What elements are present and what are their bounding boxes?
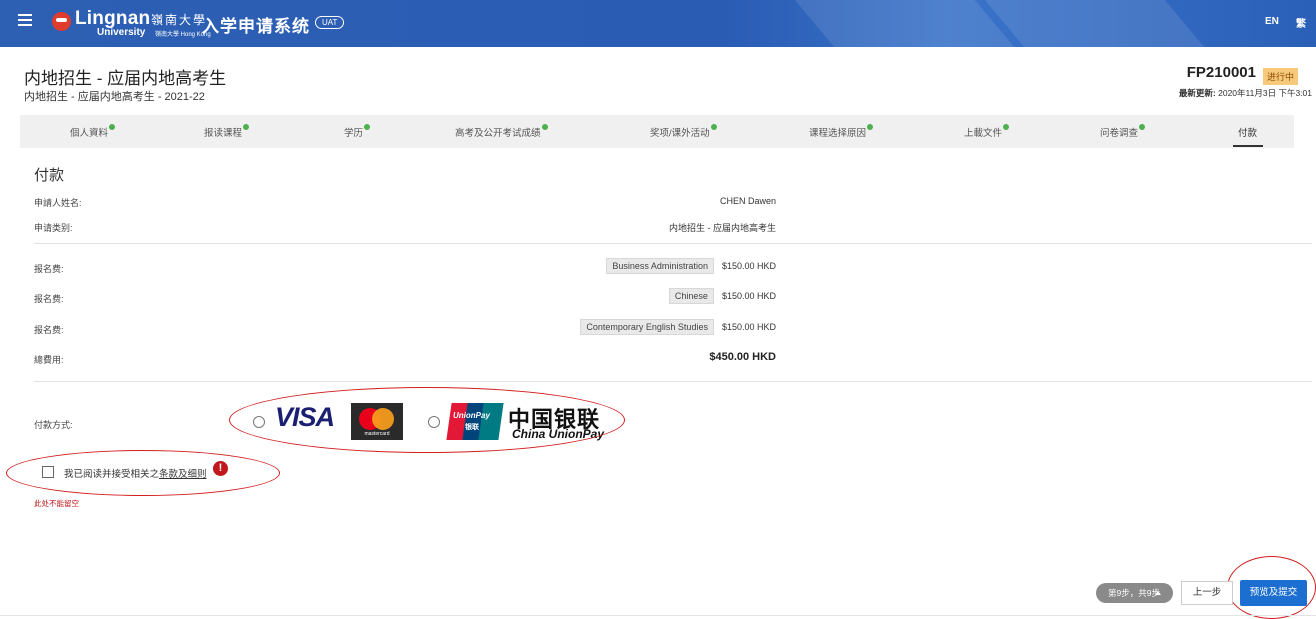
tab-programmes[interactable]: 报读课程 (204, 124, 250, 139)
course-chip: Business Administration (606, 258, 714, 274)
category-label: 申请类别: (34, 223, 73, 233)
course-chip: Chinese (668, 288, 714, 304)
required-error-text: 此处不能留空 (34, 499, 79, 508)
tab-questionnaire[interactable]: 问卷调查 (1100, 124, 1146, 139)
active-tab-indicator (1233, 145, 1263, 147)
tab-upload-documents[interactable]: 上載文件 (964, 124, 1010, 139)
check-complete-icon (1003, 124, 1010, 130)
step-indicator-button[interactable]: 第9步，共9步 (1096, 583, 1173, 603)
fee-label: 报名费: (34, 294, 64, 304)
page-subtitle: 内地招生 - 应届内地高考生 - 2021-22 (24, 91, 205, 103)
caret-up-icon (1155, 591, 1161, 595)
check-complete-icon (541, 124, 548, 130)
language-tc-button[interactable]: 繁 (1296, 15, 1306, 30)
annotation-ellipse (229, 387, 625, 453)
last-updated-value: 2020年11月3日 下午3:01 (1218, 88, 1312, 98)
menu-icon[interactable] (18, 14, 32, 26)
tab-label: 课程选择原因 (809, 128, 867, 139)
preview-submit-button[interactable]: 预览及提交 (1240, 580, 1307, 606)
applicant-name-value: CHEN Dawen (719, 196, 776, 206)
divider (34, 381, 1312, 382)
footer-divider (0, 615, 1316, 616)
language-en-button[interactable]: EN (1265, 16, 1279, 27)
tab-label: 個人資料 (70, 128, 109, 139)
check-complete-icon (1139, 124, 1146, 130)
tab-label: 高考及公开考试成绩 (455, 128, 541, 139)
divider (34, 243, 1312, 244)
tab-education[interactable]: 学历 (344, 124, 371, 139)
fee-row: Business Administration $150.00 HKD (606, 258, 776, 274)
annotation-ellipse (6, 450, 280, 496)
fee-amount: $150.00 HKD (721, 322, 776, 332)
total-value: $450.00 HKD (709, 351, 776, 363)
total-label: 總費用: (34, 355, 64, 365)
page-title: 内地招生 - 应届内地高考生 (24, 69, 227, 88)
tab-label: 学历 (344, 128, 364, 139)
tab-label: 奖项/课外活动 (650, 128, 710, 139)
university-logo-icon (52, 12, 71, 31)
check-complete-icon (109, 124, 116, 130)
section-title: 付款 (34, 167, 65, 184)
application-number: FP210001 (1186, 64, 1256, 81)
tab-label: 问卷调查 (1100, 128, 1139, 139)
tab-label: 报读课程 (204, 128, 243, 139)
system-title: 入学申请系统 (202, 17, 310, 36)
fee-label: 报名费: (34, 325, 64, 335)
logo-chinese: 嶺南大學 (151, 13, 208, 27)
payment-method-label: 付款方式: (34, 420, 73, 430)
course-chip: Contemporary English Studies (580, 319, 714, 335)
logo-subtext: University (97, 27, 146, 38)
previous-button[interactable]: 上一步 (1181, 581, 1233, 605)
step-tabs: 個人資料 报读课程 学历 高考及公开考试成绩 奖项/课外活动 课程选择原因 上載… (20, 115, 1294, 148)
category-value: 内地招生 - 应届内地高考生 (669, 223, 776, 233)
check-complete-icon (867, 124, 874, 130)
environment-badge: UAT (315, 16, 345, 29)
tab-payment[interactable]: 付款 (1238, 125, 1257, 139)
tab-exam-results[interactable]: 高考及公开考试成绩 (455, 124, 548, 139)
last-updated: 最新更新: 2020年11月3日 下午3:01 (1179, 87, 1312, 99)
step-text: 第9步，共9步 (1108, 588, 1160, 598)
tab-label: 付款 (1238, 128, 1258, 139)
check-complete-icon (243, 124, 250, 130)
tab-awards-activities[interactable]: 奖项/课外活动 (650, 124, 717, 139)
tab-personal-info[interactable]: 個人資料 (70, 124, 116, 139)
check-complete-icon (364, 124, 371, 130)
check-complete-icon (710, 124, 717, 130)
tab-label: 上載文件 (964, 128, 1003, 139)
status-badge: 进行中 (1262, 68, 1298, 85)
fee-amount: $150.00 HKD (721, 291, 776, 301)
fee-amount: $150.00 HKD (721, 261, 776, 271)
applicant-name-label: 申請人姓名: (34, 198, 82, 208)
top-app-bar: Lingnan 嶺南大學 University 嶺南大學 Hong Kong 入… (0, 0, 1316, 47)
fee-row: Chinese $150.00 HKD (668, 288, 776, 304)
last-updated-label: 最新更新: (1178, 88, 1216, 98)
fee-row: Contemporary English Studies $150.00 HKD (580, 319, 776, 335)
fee-label: 报名费: (34, 264, 64, 274)
tab-programme-reasons[interactable]: 课程选择原因 (809, 124, 874, 139)
